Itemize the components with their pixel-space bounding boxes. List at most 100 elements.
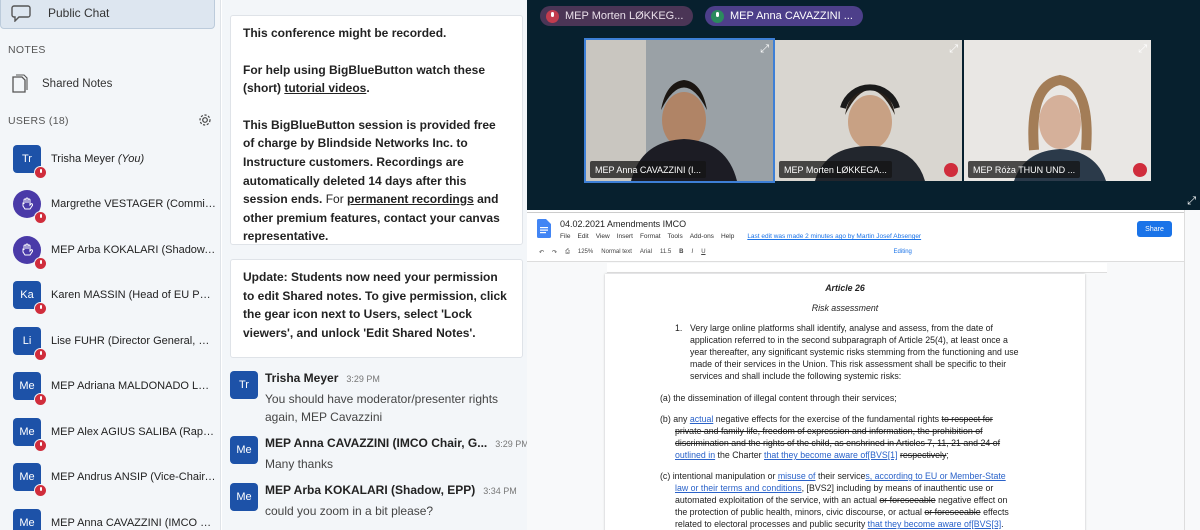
share-button[interactable]: Share — [1137, 221, 1172, 237]
para-1-line: Very large online platforms shall identi… — [690, 323, 994, 333]
user-list-item[interactable]: Me MEP Andrus ANSIP (Vice-Chair, R... — [0, 455, 220, 500]
message-time: 3:34 PM — [483, 486, 517, 496]
video-tile-1[interactable]: ⤢ MEP Anna CAVAZZINI (I... — [584, 38, 775, 183]
tutorial-videos-link[interactable]: tutorial videos — [284, 81, 366, 95]
para-a: (a) the dissemination of illegal content… — [660, 393, 897, 403]
muted-mic-icon — [34, 302, 47, 315]
muted-mic-icon — [944, 163, 958, 177]
redo-icon[interactable]: ↷ — [552, 249, 557, 256]
font-select[interactable]: Arial — [640, 249, 652, 255]
expand-icon[interactable]: ⤢ — [1138, 43, 1147, 56]
article-heading: Article 26 — [825, 283, 865, 293]
avatar-initials: Me — [19, 516, 35, 529]
welcome-recorded: This conference might be recorded. — [243, 26, 447, 40]
user-name: Karen MASSIN (Head of EU Polic... — [51, 289, 216, 301]
muted-mic-icon — [546, 9, 559, 23]
print-icon[interactable]: ⎙ — [565, 249, 570, 256]
underline-button[interactable]: U — [701, 249, 705, 255]
menu-addons[interactable]: Add-ons — [690, 233, 714, 240]
message-author: MEP Arba KOKALARI (Shadow, EPP) — [265, 483, 476, 497]
speaker-pill-2[interactable]: MEP Anna CAVAZZINI ... — [705, 6, 863, 26]
speaker-name-2: MEP Anna CAVAZZINI ... — [730, 10, 853, 22]
chat-message: Me MEP Anna CAVAZZINI (IMCO Chair, G... 3:… — [230, 436, 527, 486]
chat-message: Tr Trisha Meyer 3:29 PM You should have mod… — [230, 371, 520, 424]
user-name: MEP Adriana MALDONADO LÓPE... — [51, 380, 216, 392]
c-text: their service — [815, 471, 866, 481]
raise-hand-icon — [13, 190, 47, 224]
c-text: negative effect on — [935, 495, 1008, 505]
participant-video-1 — [586, 40, 773, 181]
avatar: Me — [13, 372, 47, 406]
muted-mic-icon — [34, 393, 47, 406]
c-delete: or foreseeable — [879, 495, 936, 505]
editing-mode[interactable]: Editing — [894, 249, 912, 255]
shared-notes-item[interactable]: Shared Notes — [0, 68, 220, 100]
para-1-line: application referred to in the second su… — [690, 335, 1008, 345]
raise-hand-icon — [13, 235, 47, 270]
permanent-recordings-link[interactable]: permanent recordings — [347, 192, 474, 206]
c-text: the protection of public health, minors,… — [675, 507, 925, 517]
message-time: 3:29 PM — [346, 374, 380, 384]
message-author: MEP Anna CAVAZZINI (IMCO Chair, G... — [265, 436, 488, 450]
user-list-item[interactable]: Li Lise FUHR (Director General, ET... — [0, 318, 220, 363]
b-delete: respectively — [899, 450, 947, 460]
menu-help[interactable]: Help — [721, 233, 734, 240]
gear-icon[interactable] — [198, 113, 212, 127]
avatar: Me — [230, 483, 258, 511]
participant-video-3 — [964, 40, 1151, 181]
google-doc-screenshare: 04.02.2021 Amendments IMCO File Edit View I… — [527, 212, 1200, 530]
video-tile-3[interactable]: ⤢ MEP Róża THUN UND ... — [964, 40, 1151, 181]
notes-icon — [12, 74, 28, 93]
expand-icon[interactable]: ⤢ — [949, 43, 958, 56]
chat-message: Me MEP Arba KOKALARI (Shadow, EPP) 3:34 PM… — [230, 483, 520, 530]
user-list-item[interactable]: Me MEP Adriana MALDONADO LÓPE... — [0, 364, 220, 409]
bold-button[interactable]: B — [679, 249, 683, 255]
menu-file[interactable]: File — [560, 233, 570, 240]
menu-tools[interactable]: Tools — [668, 233, 683, 240]
user-you-suffix: (You) — [114, 152, 145, 165]
style-select[interactable]: Normal text — [601, 249, 632, 255]
user-name-text: MEP Arba KOKALARI (Shadow, E... — [51, 243, 216, 256]
video-tile-2[interactable]: ⤢ MEP Morten LØKKEGA... — [775, 40, 962, 181]
user-list-item[interactable]: Margrethe VESTAGER (Commissi... — [0, 182, 220, 227]
doc-title[interactable]: 04.02.2021 Amendments IMCO — [560, 219, 686, 229]
menu-format[interactable]: Format — [640, 233, 661, 240]
c-text: effects — [980, 507, 1009, 517]
c-insert: that they become aware of[BVS[3] — [867, 519, 1002, 529]
menu-insert[interactable]: Insert — [617, 233, 633, 240]
last-edit-link[interactable]: Last edit was made 2 minutes ago by Mart… — [747, 233, 921, 240]
b-text: the Charter — [715, 450, 765, 460]
doc-page[interactable]: Article 26 Risk assessment 1. Very large… — [605, 274, 1085, 530]
undo-icon[interactable]: ↶ — [539, 249, 544, 256]
avatar-initials: Tr — [239, 379, 249, 391]
user-name-text: Karen MASSIN (Head of EU Polic... — [51, 289, 216, 301]
user-list-item[interactable]: Tr Trisha Meyer (You) — [0, 136, 220, 181]
muted-mic-icon — [34, 484, 47, 497]
message-text: could you zoom in a bit please? — [265, 504, 434, 518]
italic-button[interactable]: I — [692, 249, 694, 255]
avatar-initials: Ka — [20, 289, 34, 301]
size-input[interactable]: 11.5 — [660, 249, 671, 255]
user-name-text: Margrethe VESTAGER (Commissi... — [51, 198, 216, 210]
zoom-select[interactable]: 125% — [578, 249, 593, 255]
avatar-initials: Me — [19, 471, 35, 483]
user-sidebar: Public Chat NOTES Shared Notes USERS (18… — [0, 0, 221, 530]
menu-view[interactable]: View — [596, 233, 610, 240]
fullscreen-icon[interactable]: ⤢ — [1187, 195, 1196, 208]
doc-menu: File Edit View Insert Format Tools Add-ons Help… — [560, 233, 928, 240]
menu-edit[interactable]: Edit — [577, 233, 588, 240]
public-chat-label: Public Chat — [48, 5, 110, 20]
expand-icon[interactable]: ⤢ — [760, 43, 769, 56]
welcome-period: . — [366, 81, 370, 96]
user-list-item[interactable]: Me MEP Alex AGIUS SALIBA (Rappor... — [0, 409, 220, 454]
user-list-item[interactable]: Ka Karen MASSIN (Head of EU Polic... — [0, 273, 220, 318]
user-list-item[interactable]: MEP Arba KOKALARI (Shadow, E... — [0, 227, 220, 272]
speaker-pill-1[interactable]: MEP Morten LØKKEG... — [540, 6, 694, 26]
avatar: Tr — [230, 371, 258, 399]
user-list-item[interactable]: Me MEP Anna CAVAZZINI (IMCO Cha... — [0, 500, 220, 530]
b-text: negative effects for the exercise of the… — [713, 414, 942, 424]
muted-mic-icon — [34, 211, 47, 224]
mic-icon — [711, 9, 724, 23]
chat-icon — [11, 4, 31, 22]
public-chat-item[interactable]: Public Chat — [0, 0, 215, 29]
